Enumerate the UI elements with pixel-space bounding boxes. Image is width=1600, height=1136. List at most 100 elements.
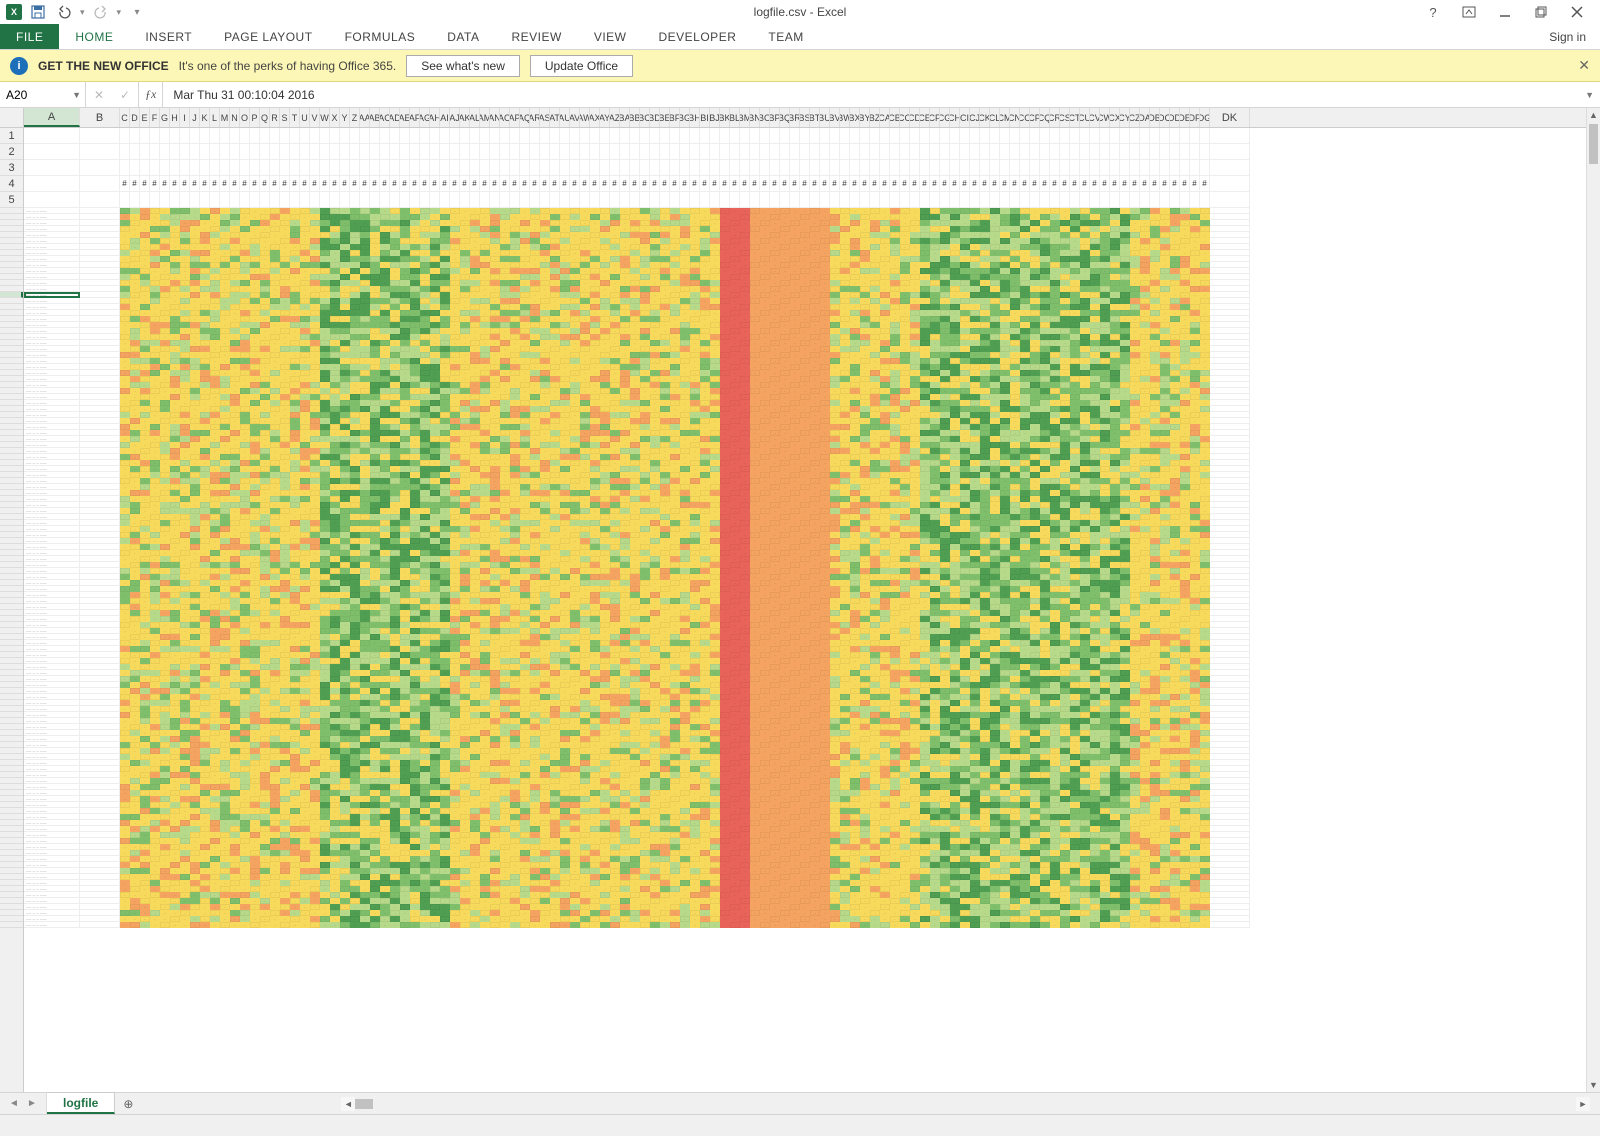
col-header-CX[interactable]: CX	[1110, 108, 1120, 127]
scroll-down-icon[interactable]: ▼	[1587, 1078, 1600, 1092]
col-header-AJ[interactable]: AJ	[450, 108, 460, 127]
col-header-AC[interactable]: AC	[380, 108, 390, 127]
col-header-AP[interactable]: AP	[510, 108, 520, 127]
tab-home[interactable]: HOME	[59, 24, 129, 49]
sheet-tab-logfile[interactable]: logfile	[47, 1092, 115, 1114]
col-header-I[interactable]: I	[180, 108, 190, 127]
update-office-button[interactable]: Update Office	[530, 55, 633, 77]
col-header-AN[interactable]: AN	[490, 108, 500, 127]
scroll-right-icon[interactable]: ►	[1576, 1097, 1590, 1111]
col-header-BT[interactable]: BT	[810, 108, 820, 127]
tab-insert[interactable]: INSERT	[129, 24, 208, 49]
col-header-CG[interactable]: CG	[940, 108, 950, 127]
formula-bar[interactable]: Mar Thu 31 00:10:04 2016 ▼	[163, 82, 1600, 107]
col-header-CT[interactable]: CT	[1070, 108, 1080, 127]
horizontal-scrollbar[interactable]: ◄ ►	[341, 1097, 1590, 1111]
row-header-2[interactable]: 2	[0, 144, 23, 160]
col-header-D[interactable]: D	[130, 108, 140, 127]
column-headers[interactable]: ABCDEFGHIJKLMNOPQRSTUVWXYZAAABACADAEAFAG…	[24, 108, 1586, 128]
namebox-dropdown-icon[interactable]: ▼	[72, 90, 81, 100]
col-header-CA[interactable]: CA	[880, 108, 890, 127]
col-header-CC[interactable]: CC	[900, 108, 910, 127]
select-all-corner[interactable]	[0, 108, 24, 128]
col-header-AF[interactable]: AF	[410, 108, 420, 127]
col-header-BG[interactable]: BG	[680, 108, 690, 127]
col-header-AX[interactable]: AX	[590, 108, 600, 127]
msgbar-close-icon[interactable]: ✕	[1578, 57, 1590, 74]
hscroll-thumb[interactable]	[355, 1099, 373, 1109]
col-header-BV[interactable]: BV	[830, 108, 840, 127]
col-header-DB[interactable]: DB	[1150, 108, 1160, 127]
spreadsheet-grid[interactable]: ABCDEFGHIJKLMNOPQRSTUVWXYZAAABACADAEAFAG…	[0, 108, 1600, 1092]
col-header-CN[interactable]: CN	[1010, 108, 1020, 127]
col-header-K[interactable]: K	[200, 108, 210, 127]
row-headers[interactable]: 12345	[0, 128, 24, 1092]
col-header-CI[interactable]: CI	[960, 108, 970, 127]
col-header-C[interactable]: C	[120, 108, 130, 127]
col-header-AH[interactable]: AH	[430, 108, 440, 127]
col-header-CJ[interactable]: CJ	[970, 108, 980, 127]
col-header-BH[interactable]: BH	[690, 108, 700, 127]
col-header-H[interactable]: H	[170, 108, 180, 127]
col-header-CK[interactable]: CK	[980, 108, 990, 127]
col-header-AM[interactable]: AM	[480, 108, 490, 127]
col-header-AL[interactable]: AL	[470, 108, 480, 127]
sheet-nav-next-icon[interactable]: ►	[24, 1098, 40, 1109]
col-header-CY[interactable]: CY	[1120, 108, 1130, 127]
tab-file[interactable]: FILE	[0, 24, 59, 49]
vertical-scrollbar[interactable]: ▲ ▼	[1586, 108, 1600, 1092]
col-header-P[interactable]: P	[250, 108, 260, 127]
col-header-BI[interactable]: BI	[700, 108, 710, 127]
col-header-BP[interactable]: BP	[770, 108, 780, 127]
col-header-BL[interactable]: BL	[730, 108, 740, 127]
fx-icon[interactable]: ƒx	[139, 82, 163, 107]
col-header-CO[interactable]: CO	[1020, 108, 1030, 127]
col-header-BC[interactable]: BC	[640, 108, 650, 127]
col-header-BE[interactable]: BE	[660, 108, 670, 127]
tab-formulas[interactable]: FORMULAS	[329, 24, 432, 49]
col-header-N[interactable]: N	[230, 108, 240, 127]
col-header-L[interactable]: L	[210, 108, 220, 127]
col-header-DE[interactable]: DE	[1180, 108, 1190, 127]
col-header-DD[interactable]: DD	[1170, 108, 1180, 127]
col-header-CL[interactable]: CL	[990, 108, 1000, 127]
formula-cancel-icon[interactable]: ✕	[86, 88, 112, 102]
formula-enter-icon[interactable]: ✓	[112, 88, 138, 102]
col-header-CM[interactable]: CM	[1000, 108, 1010, 127]
col-header-BQ[interactable]: BQ	[780, 108, 790, 127]
col-header-M[interactable]: M	[220, 108, 230, 127]
vscroll-thumb[interactable]	[1589, 124, 1598, 164]
tab-data[interactable]: DATA	[431, 24, 495, 49]
col-header-G[interactable]: G	[160, 108, 170, 127]
scroll-left-icon[interactable]: ◄	[341, 1097, 355, 1111]
qat-customize[interactable]: ▾	[127, 2, 147, 22]
col-header-A[interactable]: A	[24, 108, 80, 127]
col-header-BW[interactable]: BW	[840, 108, 850, 127]
col-header-F[interactable]: F	[150, 108, 160, 127]
col-header-CV[interactable]: CV	[1090, 108, 1100, 127]
col-header-DF[interactable]: DF	[1190, 108, 1200, 127]
col-header-B[interactable]: B	[80, 108, 120, 127]
col-header-CD[interactable]: CD	[910, 108, 920, 127]
qat-save[interactable]	[28, 2, 48, 22]
col-header-BJ[interactable]: BJ	[710, 108, 720, 127]
col-header-DC[interactable]: DC	[1160, 108, 1170, 127]
qat-redo[interactable]	[91, 2, 111, 22]
cells-area[interactable]: ########################################…	[24, 128, 1586, 1092]
col-header-AT[interactable]: AT	[550, 108, 560, 127]
maximize-button[interactable]	[1528, 2, 1554, 22]
col-header-BO[interactable]: BO	[760, 108, 770, 127]
col-header-BF[interactable]: BF	[670, 108, 680, 127]
row-header-125[interactable]	[0, 922, 23, 928]
col-header-R[interactable]: R	[270, 108, 280, 127]
col-header-CH[interactable]: CH	[950, 108, 960, 127]
col-header-BN[interactable]: BN	[750, 108, 760, 127]
col-header-Z[interactable]: Z	[350, 108, 360, 127]
col-header-DK[interactable]: DK	[1210, 108, 1250, 127]
minimize-button[interactable]	[1492, 2, 1518, 22]
scroll-up-icon[interactable]: ▲	[1587, 108, 1600, 122]
col-header-CQ[interactable]: CQ	[1040, 108, 1050, 127]
tab-review[interactable]: REVIEW	[495, 24, 577, 49]
col-header-AD[interactable]: AD	[390, 108, 400, 127]
add-sheet-button[interactable]: ⊕	[115, 1093, 141, 1114]
